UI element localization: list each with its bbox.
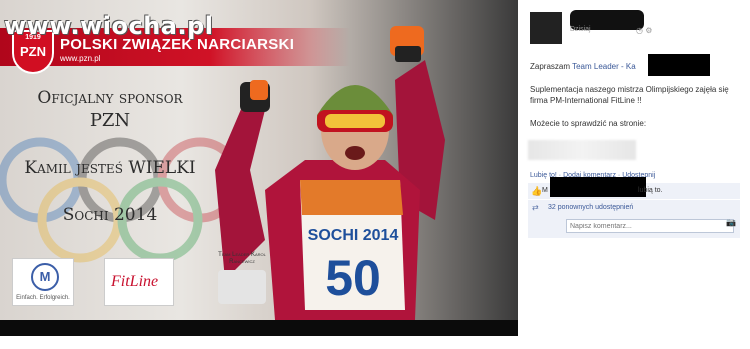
likes-names-redacted [550, 177, 646, 197]
sponsor-line-1: Oficjalny sponsor [37, 88, 183, 108]
sponsor-line-2: PZN [89, 110, 131, 131]
post-text-line-1: Zapraszam Team Leader - Ka [530, 61, 742, 72]
bib-event-label: SOCHI 2014 [308, 227, 399, 244]
thumbs-up-icon: 👍 [531, 186, 543, 196]
text-redacted [648, 54, 710, 76]
post-side-panel: Dzisiaj ◷ ⚙ Zapraszam Team Leader - Ka S… [518, 0, 750, 349]
shares-count[interactable]: 32 ponownych udostępnień [548, 204, 633, 211]
dm-logo: M Einfach. Erfolgreich. [12, 258, 74, 306]
post-paragraph-2: Suplementacja naszego mistrza Olimpijski… [530, 85, 729, 105]
likes-row: 👍 M lubią to. [528, 177, 740, 199]
comment-input[interactable] [566, 219, 734, 233]
post-photo[interactable]: SOCHI 2014 50 1919 PZN POLSKI ZWIĄZEK NA… [0, 0, 518, 336]
shares-row[interactable]: ⇄ 32 ponownych udostępnień [528, 200, 740, 216]
comment-row: 📷 [528, 216, 740, 238]
post-timestamp: Dzisiaj [570, 26, 591, 33]
blurred-link[interactable] [528, 140, 636, 160]
watermark: www.wiocha.pl [4, 12, 214, 40]
post-text-prefix: Zapraszam [530, 62, 573, 71]
team-leader-link[interactable]: Team Leader - Ka [572, 62, 636, 71]
photo-bottom-strip [0, 320, 518, 336]
post-paragraph-3: Możecie to sprawdzić na stronie: [530, 119, 647, 128]
team-people-icon [218, 270, 266, 304]
kamil-line: Kamil jesteś WIELKI [24, 158, 196, 178]
team-leader-text: Team Leader Karol Rancewicz [218, 252, 266, 265]
camera-icon[interactable]: 📷 [726, 218, 736, 227]
pzn-url: www.pzn.pl [60, 54, 101, 63]
pzn-logo-text: PZN [20, 44, 46, 59]
dm-tagline: Einfach. Erfolgreich. [16, 295, 70, 301]
sochi-line: Sochi 2014 [62, 205, 158, 225]
fitline-logo: FitLine [104, 258, 174, 306]
avatar[interactable] [530, 12, 562, 44]
dm-mark-icon: M [31, 263, 59, 291]
likes-prefix[interactable]: M [542, 187, 548, 194]
fitline-wordmark: FitLine [111, 273, 159, 290]
team-leader-logo: Team Leader Karol Rancewicz [212, 252, 272, 306]
globe-icon: ◷ ⚙ [636, 26, 653, 35]
share-icon: ⇄ [532, 203, 539, 212]
likes-suffix: lubią to. [638, 187, 663, 194]
bib-number: 50 [325, 250, 381, 306]
